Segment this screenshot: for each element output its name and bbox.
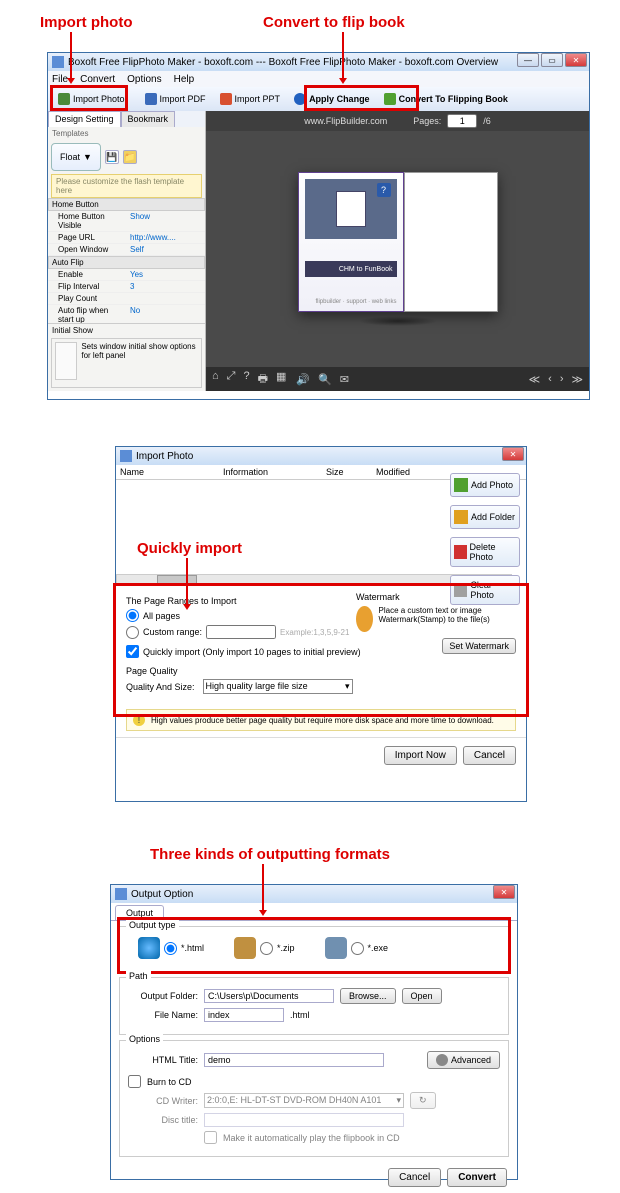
add-folder-icon (454, 510, 468, 524)
output-cancel-button[interactable]: Cancel (388, 1168, 441, 1187)
menu-options[interactable]: Options (127, 74, 161, 85)
delete-icon (454, 545, 467, 559)
app-icon (52, 56, 64, 68)
cd-writer-select[interactable]: 2:0:0,E: HL-DT-ST DVD-ROM DH40N A101▾ (204, 1093, 404, 1108)
zoom-icon[interactable]: 🔍 (318, 373, 332, 386)
toolbar: Import Photo Import PDF Import PPT Apply… (48, 87, 589, 111)
arrow-convert (342, 32, 344, 80)
add-folder-button[interactable]: Add Folder (450, 505, 520, 529)
window-title: Boxoft Free FlipPhoto Maker - boxoft.com… (68, 57, 498, 68)
cd-refresh-button[interactable]: ↻ (410, 1092, 436, 1109)
preview-pane: www.FlipBuilder.com Pages: /6 ? CHM to F… (206, 111, 589, 391)
annot-formats: Three kinds of outputting formats (150, 846, 390, 863)
menu-convert[interactable]: Convert (80, 74, 115, 85)
tab-design[interactable]: Design Setting (48, 111, 121, 127)
preview-url: www.FlipBuilder.com (304, 116, 387, 126)
gear-icon (436, 1054, 448, 1066)
templates-label: Templates (48, 127, 205, 140)
import-pdf-button[interactable]: Import PDF (139, 91, 212, 107)
output-type-fieldset: Output type *.html *.zip *.exe (119, 926, 509, 972)
arrow-formats (262, 864, 264, 912)
output-dialog: Output Option ✕ Output Output type *.htm… (110, 884, 518, 1180)
minimize-button[interactable]: — (517, 53, 539, 67)
last-icon[interactable]: ≫ (571, 373, 583, 386)
import-dialog-title: Import Photo (136, 451, 193, 462)
html-title-input[interactable] (204, 1053, 384, 1067)
output-dialog-title: Output Option (131, 889, 193, 900)
burn-cd-checkbox[interactable] (128, 1075, 141, 1088)
cover-image: ? (305, 179, 397, 239)
delete-photo-button[interactable]: Delete Photo (450, 537, 520, 567)
initial-show-box: Sets window initial show options for lef… (51, 338, 202, 388)
import-ppt-icon (220, 93, 232, 105)
options-fieldset: Options HTML Title: Advanced Burn to CD … (119, 1040, 509, 1157)
initial-show-thumb (55, 342, 77, 380)
add-photo-button[interactable]: Add Photo (450, 473, 520, 497)
autoplay-checkbox[interactable] (204, 1131, 217, 1144)
sound-icon[interactable]: 🔊 (296, 373, 310, 386)
output-close-button[interactable]: ✕ (493, 885, 515, 899)
save-template-icon[interactable]: 💾 (105, 150, 119, 164)
open-button[interactable]: Open (402, 988, 442, 1004)
convert-button[interactable]: Convert (447, 1168, 507, 1187)
float-template-button[interactable]: Float▼ (51, 143, 101, 171)
property-grid[interactable]: Home Button Home Button VisibleShow Page… (48, 198, 205, 323)
customize-hint: Please customize the flash template here (51, 174, 202, 198)
page-input[interactable] (447, 114, 477, 128)
highlight-output-type (117, 917, 511, 974)
disc-title-input[interactable] (204, 1113, 404, 1127)
path-fieldset: Path Output Folder:Browse...Open File Na… (119, 977, 509, 1035)
arrow-import (70, 32, 72, 80)
watermark-title: Watermark (356, 592, 400, 602)
import-pdf-icon (145, 93, 157, 105)
output-folder-input[interactable] (204, 989, 334, 1003)
import-now-button[interactable]: Import Now (384, 746, 457, 765)
left-panel: Design Setting Bookmark Templates Float▼… (48, 111, 206, 391)
maximize-button[interactable]: ▭ (541, 53, 563, 67)
arrow-quickly (186, 558, 188, 606)
next-icon[interactable]: › (560, 373, 564, 386)
tab-bookmark[interactable]: Bookmark (121, 111, 176, 127)
mail-icon[interactable]: ✉ (340, 373, 349, 386)
first-icon[interactable]: ≪ (529, 373, 541, 386)
footprint-icon (356, 606, 373, 632)
main-window: Boxoft Free FlipPhoto Maker - boxoft.com… (47, 52, 590, 400)
preview-toolbar: ⌂ ⤢ ? 🖶 ▦ 🔊 🔍 ✉ ≪ ‹ › ≫ (206, 367, 589, 391)
import-close-button[interactable]: ✕ (502, 447, 524, 461)
output-icon (115, 888, 127, 900)
advanced-button[interactable]: Advanced (427, 1051, 500, 1069)
menu-help[interactable]: Help (174, 74, 195, 85)
prev-icon[interactable]: ‹ (548, 373, 552, 386)
add-photo-icon (454, 478, 468, 492)
highlight-import-photo (50, 85, 128, 111)
annot-import-photo: Import photo (40, 14, 132, 31)
highlight-convert (304, 85, 419, 111)
annot-convert: Convert to flip book (263, 14, 405, 31)
browse-button[interactable]: Browse... (340, 988, 396, 1004)
titlebar: Boxoft Free FlipPhoto Maker - boxoft.com… (48, 53, 589, 71)
help-icon[interactable]: ? (243, 370, 249, 389)
dialog-icon (120, 450, 132, 462)
annot-quickly-import: Quickly import (137, 540, 242, 557)
close-button[interactable]: ✕ (565, 53, 587, 67)
menu-file[interactable]: File (52, 74, 68, 85)
import-cancel-button[interactable]: Cancel (463, 746, 516, 765)
import-ppt-button[interactable]: Import PPT (214, 91, 287, 107)
book-preview[interactable]: ? CHM to FunBook flipbuilder · support ·… (298, 172, 498, 312)
fullscreen-icon[interactable]: ⤢ (227, 370, 236, 389)
set-watermark-button[interactable]: Set Watermark (442, 638, 516, 654)
print-icon[interactable]: 🖶 (258, 370, 268, 389)
filename-input[interactable] (204, 1008, 284, 1022)
import-dialog: Import Photo ✕ Name Information Size Mod… (115, 446, 527, 802)
home-icon[interactable]: ⌂ (212, 370, 219, 389)
thumbs-icon[interactable]: ▦ (276, 370, 286, 389)
open-template-icon[interactable]: 📁 (123, 150, 137, 164)
